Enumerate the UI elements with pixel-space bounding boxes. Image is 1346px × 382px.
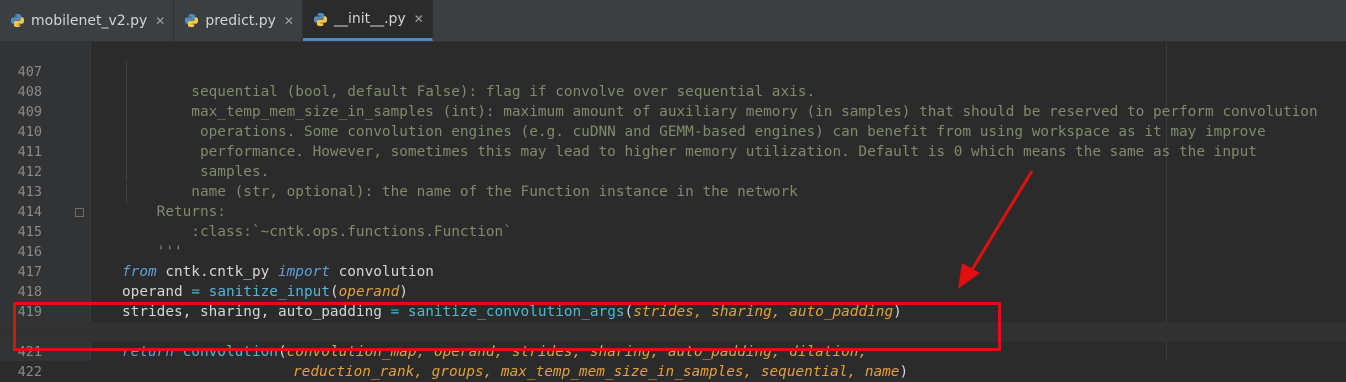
python-file-icon bbox=[185, 13, 199, 28]
annotation-highlight-box bbox=[13, 302, 1001, 351]
code-line: 415 ''' bbox=[0, 202, 1346, 260]
close-icon[interactable]: ✕ bbox=[155, 14, 165, 28]
code-text: reduction_rank, groups, max_temp_mem_siz… bbox=[293, 362, 908, 382]
tab-label: predict.py bbox=[205, 12, 276, 29]
python-file-icon bbox=[10, 13, 25, 28]
tab-init[interactable]: __init__.py ✕ bbox=[302, 0, 433, 41]
code-line: 416 from cntk.cntk_py import convolution bbox=[0, 222, 1346, 280]
tab-mobilenet-v2[interactable]: mobilenet_v2.py ✕ bbox=[0, 0, 175, 41]
code-line: 417 operand = sanitize_input(operand) bbox=[0, 242, 1346, 300]
code-line: 410 performance. However, sometimes this… bbox=[0, 102, 1346, 160]
close-icon[interactable]: ✕ bbox=[414, 12, 424, 26]
code-line: 419 dilation = sanitize_shape(dilation) bbox=[0, 282, 1346, 340]
code-line: 407 sequential (bool, default False): fl… bbox=[0, 42, 1346, 100]
python-file-icon bbox=[313, 12, 328, 26]
code-line: 414 :class:`~cntk.ops.functions.Function… bbox=[0, 182, 1346, 240]
argument: reduction_rank, groups, max_temp_mem_siz… bbox=[293, 364, 900, 380]
code-line: 411 samples. bbox=[0, 122, 1346, 180]
code-line: 413 Returns: bbox=[0, 162, 1346, 220]
code-line: 409 operations. Some convolution engines… bbox=[0, 82, 1346, 140]
line-number: 422 bbox=[17, 364, 42, 380]
tab-predict[interactable]: predict.py ✕ bbox=[174, 0, 303, 41]
code-line: 408 max_temp_mem_size_in_samples (int): … bbox=[0, 62, 1346, 120]
paren: ) bbox=[899, 364, 909, 380]
tab-label: mobilenet_v2.py bbox=[31, 12, 148, 29]
annotation-arrow-icon bbox=[958, 170, 1034, 289]
code-line: 418 strides, sharing, auto_padding = san… bbox=[0, 262, 1346, 320]
code-line: 412 name (str, optional): the name of th… bbox=[0, 142, 1346, 200]
close-icon[interactable]: ✕ bbox=[284, 14, 294, 28]
editor-tab-bar: mobilenet_v2.py ✕ predict.py ✕ __init__.… bbox=[0, 0, 1346, 42]
tab-label: __init__.py bbox=[333, 11, 406, 27]
